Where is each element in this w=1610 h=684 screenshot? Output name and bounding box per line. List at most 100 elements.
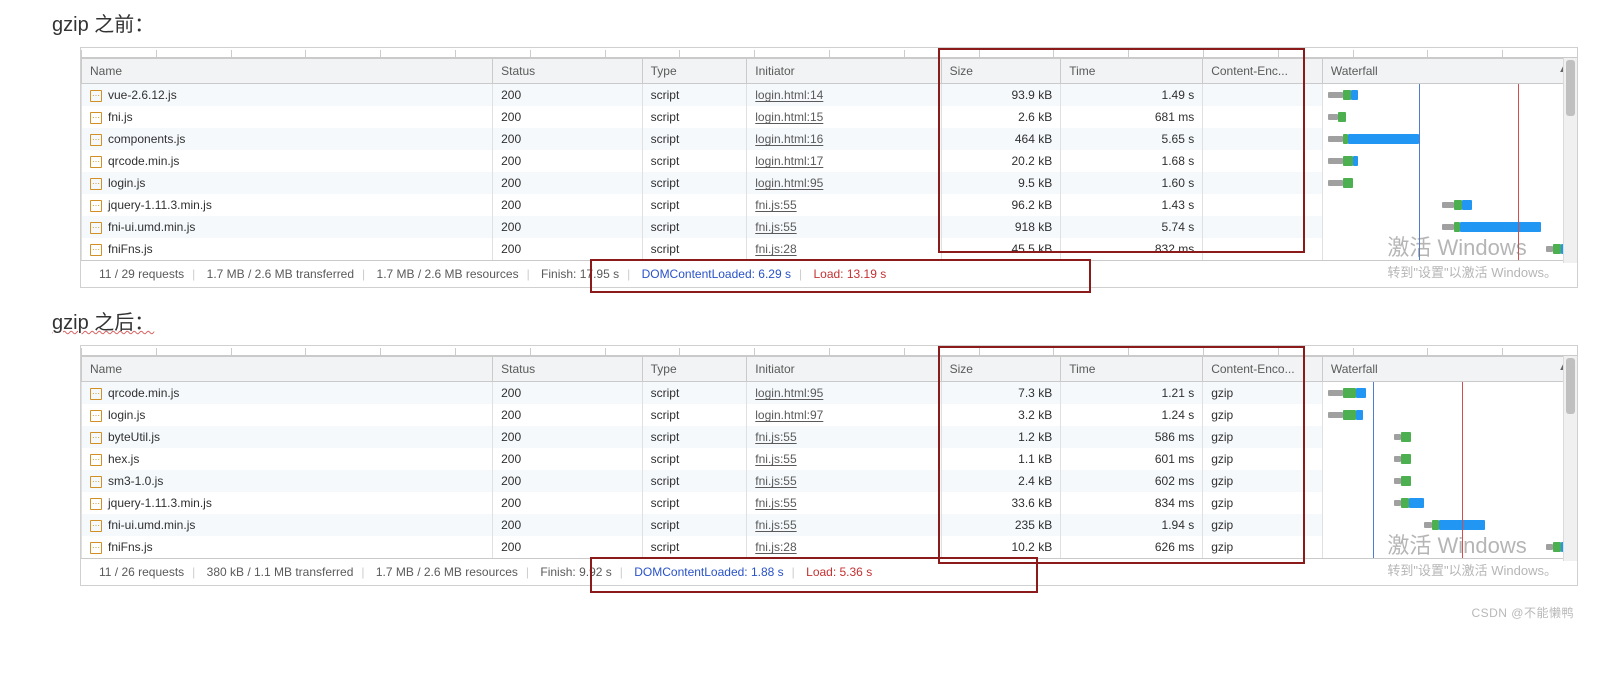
column-header-initiator[interactable]: Initiator bbox=[747, 357, 941, 382]
csdn-watermark: CSDN @不能懒鸭 bbox=[0, 604, 1574, 621]
cell-name[interactable]: ⋯fniFns.js bbox=[82, 238, 493, 260]
cell-size: 96.2 kB bbox=[941, 194, 1061, 216]
scrollbar[interactable] bbox=[1563, 356, 1577, 561]
table-row[interactable]: ⋯jquery-1.11.3.min.js200scriptfni.js:553… bbox=[82, 492, 1577, 514]
cell-name[interactable]: ⋯qrcode.min.js bbox=[82, 150, 493, 172]
cell-name[interactable]: ⋯fni.js bbox=[82, 106, 493, 128]
table-row[interactable]: ⋯login.js200scriptlogin.html:959.5 kB1.6… bbox=[82, 172, 1577, 194]
cell-initiator[interactable]: login.html:95 bbox=[747, 382, 941, 405]
column-header-size[interactable]: Size bbox=[941, 357, 1061, 382]
cell-name[interactable]: ⋯jquery-1.11.3.min.js bbox=[82, 194, 493, 216]
cell-waterfall[interactable] bbox=[1322, 382, 1576, 405]
cell-initiator[interactable]: login.html:15 bbox=[747, 106, 941, 128]
cell-type: script bbox=[642, 514, 747, 536]
cell-waterfall[interactable] bbox=[1322, 216, 1576, 238]
table-row[interactable]: ⋯fni-ui.umd.min.js200scriptfni.js:55235 … bbox=[82, 514, 1577, 536]
table-row[interactable]: ⋯byteUtil.js200scriptfni.js:551.2 kB586 … bbox=[82, 426, 1577, 448]
cell-initiator[interactable]: fni.js:55 bbox=[747, 194, 941, 216]
cell-waterfall[interactable] bbox=[1322, 84, 1576, 107]
cell-initiator[interactable]: fni.js:55 bbox=[747, 514, 941, 536]
cell-waterfall[interactable] bbox=[1322, 194, 1576, 216]
cell-name[interactable]: ⋯sm3-1.0.js bbox=[82, 470, 493, 492]
cell-initiator[interactable]: login.html:17 bbox=[747, 150, 941, 172]
cell-time: 1.24 s bbox=[1061, 404, 1203, 426]
cell-waterfall[interactable] bbox=[1322, 536, 1576, 558]
cell-waterfall[interactable] bbox=[1322, 150, 1576, 172]
table-row[interactable]: ⋯fniFns.js200scriptfni.js:2810.2 kB626 m… bbox=[82, 536, 1577, 558]
column-header-enc[interactable]: Content-Enc... bbox=[1203, 59, 1323, 84]
cell-name[interactable]: ⋯byteUtil.js bbox=[82, 426, 493, 448]
cell-name[interactable]: ⋯fniFns.js bbox=[82, 536, 493, 558]
table-row[interactable]: ⋯fni-ui.umd.min.js200scriptfni.js:55918 … bbox=[82, 216, 1577, 238]
table-row[interactable]: ⋯fniFns.js200scriptfni.js:2845.5 kB832 m… bbox=[82, 238, 1577, 260]
scrollbar-thumb[interactable] bbox=[1566, 358, 1575, 414]
cell-time: 834 ms bbox=[1061, 492, 1203, 514]
column-header-waterfall[interactable]: Waterfall▲ bbox=[1322, 357, 1576, 382]
cell-time: 1.94 s bbox=[1061, 514, 1203, 536]
js-file-icon: ⋯ bbox=[90, 388, 102, 400]
scrollbar[interactable] bbox=[1563, 58, 1577, 263]
table-row[interactable]: ⋯jquery-1.11.3.min.js200scriptfni.js:559… bbox=[82, 194, 1577, 216]
cell-waterfall[interactable] bbox=[1322, 492, 1576, 514]
cell-waterfall[interactable] bbox=[1322, 404, 1576, 426]
column-header-waterfall[interactable]: Waterfall▲ bbox=[1322, 59, 1576, 84]
column-header-status[interactable]: Status bbox=[493, 357, 643, 382]
cell-initiator[interactable]: fni.js:28 bbox=[747, 238, 941, 260]
column-header-time[interactable]: Time bbox=[1061, 357, 1203, 382]
cell-name[interactable]: ⋯vue-2.6.12.js bbox=[82, 84, 493, 107]
column-header-initiator[interactable]: Initiator bbox=[747, 59, 941, 84]
cell-name[interactable]: ⋯qrcode.min.js bbox=[82, 382, 493, 405]
title-after: gzip 之后： bbox=[52, 306, 1610, 335]
table-row[interactable]: ⋯vue-2.6.12.js200scriptlogin.html:1493.9… bbox=[82, 84, 1577, 107]
cell-initiator[interactable]: fni.js:55 bbox=[747, 492, 941, 514]
cell-waterfall[interactable] bbox=[1322, 470, 1576, 492]
table-row[interactable]: ⋯qrcode.min.js200scriptlogin.html:1720.2… bbox=[82, 150, 1577, 172]
cell-initiator[interactable]: login.html:97 bbox=[747, 404, 941, 426]
table-row[interactable]: ⋯components.js200scriptlogin.html:16464 … bbox=[82, 128, 1577, 150]
cell-waterfall[interactable] bbox=[1322, 128, 1576, 150]
column-header-name[interactable]: Name bbox=[82, 357, 493, 382]
network-table: NameStatusTypeInitiatorSizeTimeContent-E… bbox=[81, 58, 1577, 260]
table-row[interactable]: ⋯login.js200scriptlogin.html:973.2 kB1.2… bbox=[82, 404, 1577, 426]
cell-initiator[interactable]: fni.js:55 bbox=[747, 470, 941, 492]
cell-waterfall[interactable] bbox=[1322, 448, 1576, 470]
cell-name[interactable]: ⋯hex.js bbox=[82, 448, 493, 470]
column-header-size[interactable]: Size bbox=[941, 59, 1061, 84]
cell-waterfall[interactable] bbox=[1322, 514, 1576, 536]
column-header-type[interactable]: Type bbox=[642, 59, 747, 84]
cell-name[interactable]: ⋯components.js bbox=[82, 128, 493, 150]
column-header-time[interactable]: Time bbox=[1061, 59, 1203, 84]
column-header-enc[interactable]: Content-Enco... bbox=[1203, 357, 1323, 382]
cell-waterfall[interactable] bbox=[1322, 106, 1576, 128]
table-row[interactable]: ⋯fni.js200scriptlogin.html:152.6 kB681 m… bbox=[82, 106, 1577, 128]
cell-initiator[interactable]: fni.js:55 bbox=[747, 216, 941, 238]
cell-name[interactable]: ⋯fni-ui.umd.min.js bbox=[82, 514, 493, 536]
cell-waterfall[interactable] bbox=[1322, 426, 1576, 448]
cell-name[interactable]: ⋯jquery-1.11.3.min.js bbox=[82, 492, 493, 514]
cell-size: 9.5 kB bbox=[941, 172, 1061, 194]
cell-name[interactable]: ⋯fni-ui.umd.min.js bbox=[82, 216, 493, 238]
cell-initiator[interactable]: login.html:14 bbox=[747, 84, 941, 107]
column-header-type[interactable]: Type bbox=[642, 357, 747, 382]
table-row[interactable]: ⋯qrcode.min.js200scriptlogin.html:957.3 … bbox=[82, 382, 1577, 405]
cell-initiator[interactable]: login.html:16 bbox=[747, 128, 941, 150]
footer-finish: Finish: 17.95 s bbox=[541, 267, 619, 281]
footer-dcl: DOMContentLoaded: 6.29 s bbox=[642, 267, 791, 281]
cell-name[interactable]: ⋯login.js bbox=[82, 404, 493, 426]
column-header-status[interactable]: Status bbox=[493, 59, 643, 84]
footer-transferred: 1.7 MB / 2.6 MB transferred bbox=[207, 267, 354, 281]
table-row[interactable]: ⋯sm3-1.0.js200scriptfni.js:552.4 kB602 m… bbox=[82, 470, 1577, 492]
cell-initiator[interactable]: fni.js:28 bbox=[747, 536, 941, 558]
cell-encoding: gzip bbox=[1203, 514, 1323, 536]
column-header-name[interactable]: Name bbox=[82, 59, 493, 84]
status-bar: 11 / 29 requests| 1.7 MB / 2.6 MB transf… bbox=[81, 260, 1577, 287]
cell-initiator[interactable]: login.html:95 bbox=[747, 172, 941, 194]
cell-name[interactable]: ⋯login.js bbox=[82, 172, 493, 194]
cell-waterfall[interactable] bbox=[1322, 172, 1576, 194]
cell-waterfall[interactable] bbox=[1322, 238, 1576, 260]
cell-initiator[interactable]: fni.js:55 bbox=[747, 448, 941, 470]
table-row[interactable]: ⋯hex.js200scriptfni.js:551.1 kB601 msgzi… bbox=[82, 448, 1577, 470]
cell-encoding: gzip bbox=[1203, 536, 1323, 558]
scrollbar-thumb[interactable] bbox=[1566, 60, 1575, 116]
cell-initiator[interactable]: fni.js:55 bbox=[747, 426, 941, 448]
